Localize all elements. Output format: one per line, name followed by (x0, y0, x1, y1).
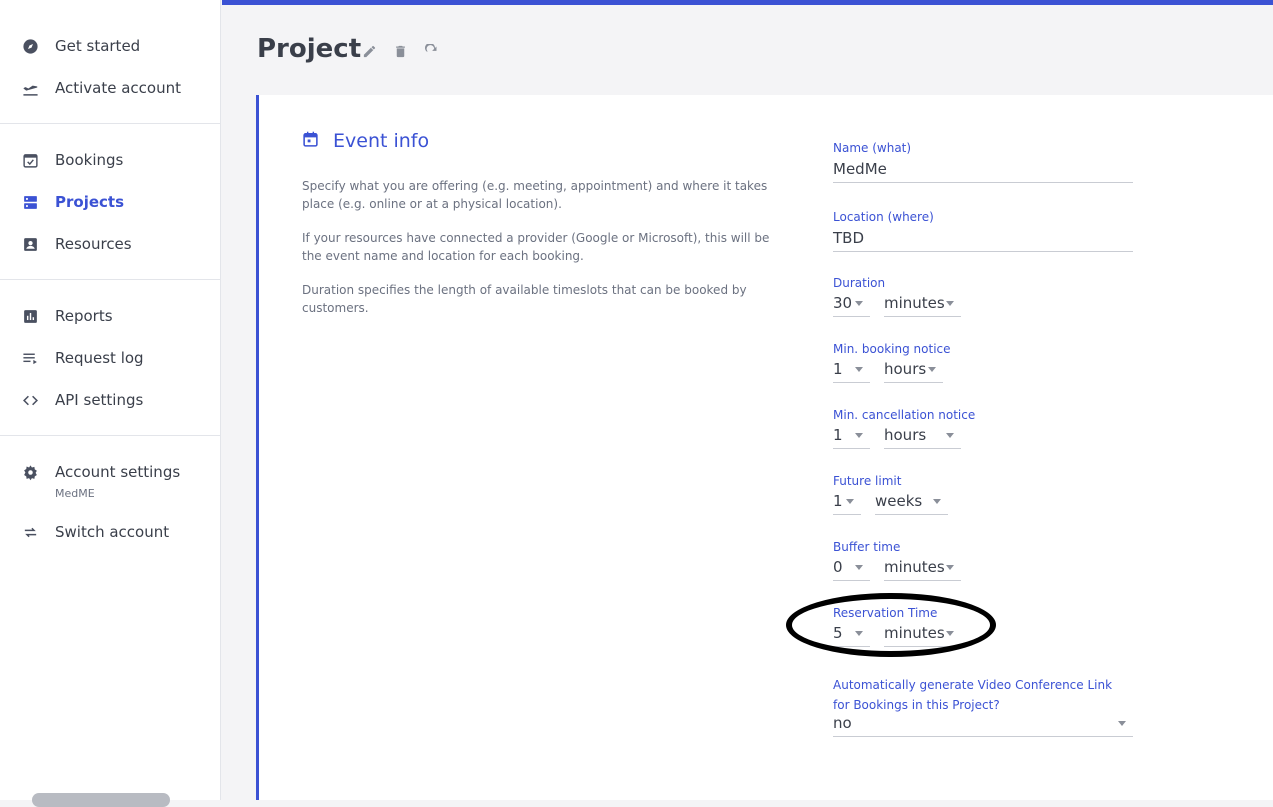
list-log-icon (22, 350, 39, 367)
sidebar-item-label: Reports (55, 307, 113, 325)
swap-arrows-icon (22, 524, 39, 541)
video-link-label: Automatically generate Video Conference … (833, 678, 1113, 712)
sidebar-item-label: Switch account (55, 523, 170, 541)
sidebar-item-label: Resources (55, 235, 132, 253)
trash-icon[interactable] (392, 43, 409, 60)
select-value: 1 (833, 426, 843, 444)
sidebar-item-label: Request log (55, 349, 144, 367)
sidebar-item-bookings[interactable]: Bookings (0, 140, 220, 180)
select-value: weeks (875, 492, 923, 510)
buffer-unit-select[interactable]: minutes (884, 556, 961, 581)
compass-icon (22, 38, 39, 55)
duration-label: Duration (833, 276, 886, 290)
sidebar-item-label: Account settings (55, 463, 181, 481)
sidebar-item-activate-account[interactable]: Activate account (0, 68, 220, 108)
sidebar-item-label: Get started (55, 37, 141, 55)
sidebar-item-api-settings[interactable]: API settings (0, 380, 220, 420)
contact-card-icon (22, 236, 39, 253)
top-accent-bar (222, 0, 1273, 5)
sidebar-divider (0, 123, 220, 124)
select-value: 5 (833, 624, 843, 642)
account-name: MedME (55, 487, 95, 500)
airplane-departure-icon (22, 80, 39, 97)
min-booking-unit-select[interactable]: hours (884, 358, 943, 383)
select-value: 1 (833, 492, 843, 510)
chevron-down-icon (855, 433, 863, 438)
page-title: Project (257, 34, 362, 64)
min-cancellation-notice-label: Min. cancellation notice (833, 408, 976, 422)
chevron-down-icon (855, 367, 863, 372)
buffer-amount-select[interactable]: 0 (833, 556, 870, 581)
sidebar-item-projects[interactable]: Projects (0, 182, 220, 222)
description-paragraph: If your resources have connected a provi… (302, 231, 770, 263)
calendar-check-icon (22, 152, 39, 169)
sidebar-item-resources[interactable]: Resources (0, 224, 220, 264)
card-title: Event info (333, 130, 430, 152)
chevron-down-icon (946, 631, 954, 636)
refresh-icon[interactable] (423, 43, 440, 60)
min-booking-notice-label: Min. booking notice (833, 342, 951, 356)
sidebar-item-request-log[interactable]: Request log (0, 338, 220, 378)
select-value: 0 (833, 558, 843, 576)
sidebar-bottom-button[interactable] (32, 793, 170, 807)
reservation-amount-select[interactable]: 5 (833, 622, 870, 647)
sidebar-divider (0, 279, 220, 280)
gear-icon (22, 464, 39, 481)
event-info-card: Event info Specify what you are offering… (256, 95, 1273, 800)
chevron-down-icon (946, 301, 954, 306)
min-cancellation-amount-select[interactable]: 1 (833, 424, 870, 449)
chevron-down-icon (1118, 721, 1126, 726)
chevron-down-icon (933, 499, 941, 504)
sidebar-item-label: API settings (55, 391, 144, 409)
sidebar: Get started Activate account Bookings Pr… (0, 0, 221, 807)
pencil-icon[interactable] (361, 43, 378, 60)
calendar-icon (302, 131, 319, 148)
sidebar-item-label: Projects (55, 193, 125, 211)
min-booking-amount-select[interactable]: 1 (833, 358, 870, 383)
description-paragraph: Specify what you are offering (e.g. meet… (302, 179, 768, 211)
select-value: hours (884, 360, 927, 378)
description-paragraph: Duration specifies the length of availab… (302, 283, 747, 315)
chevron-down-icon (946, 433, 954, 438)
video-link-select[interactable]: no (833, 712, 1133, 737)
reservation-time-label: Reservation Time (833, 606, 938, 620)
future-limit-unit-select[interactable]: weeks (875, 490, 948, 515)
future-limit-label: Future limit (833, 474, 902, 488)
select-value: 30 (833, 294, 853, 312)
chevron-down-icon (846, 499, 854, 504)
sidebar-item-reports[interactable]: Reports (0, 296, 220, 336)
select-value: minutes (884, 624, 945, 642)
sidebar-item-account-settings[interactable]: Account settings (0, 452, 220, 492)
location-label: Location (where) (833, 210, 934, 224)
duration-amount-select[interactable]: 30 (833, 292, 870, 317)
chevron-down-icon (855, 631, 863, 636)
server-stack-icon (22, 194, 39, 211)
select-value: hours (884, 426, 927, 444)
duration-unit-select[interactable]: minutes (884, 292, 961, 317)
sidebar-item-label: Bookings (55, 151, 124, 169)
select-value: minutes (884, 294, 945, 312)
select-value: 1 (833, 360, 843, 378)
name-label: Name (what) (833, 141, 912, 155)
sidebar-item-switch-account[interactable]: Switch account (0, 512, 220, 552)
sidebar-item-get-started[interactable]: Get started (0, 26, 220, 66)
min-cancellation-unit-select[interactable]: hours (884, 424, 961, 449)
sidebar-item-label: Activate account (55, 79, 181, 97)
future-limit-amount-select[interactable]: 1 (833, 490, 861, 515)
location-input[interactable]: TBD (833, 227, 1133, 252)
name-input[interactable]: MedMe (833, 158, 1133, 183)
chevron-down-icon (855, 565, 863, 570)
bar-chart-icon (22, 308, 39, 325)
title-actions (361, 43, 440, 60)
chevron-down-icon (928, 367, 936, 372)
chevron-down-icon (946, 565, 954, 570)
reservation-unit-select[interactable]: minutes (884, 622, 961, 647)
select-value: no (833, 714, 852, 732)
select-value: minutes (884, 558, 945, 576)
code-brackets-icon (22, 392, 39, 409)
buffer-time-label: Buffer time (833, 540, 901, 554)
sidebar-divider (0, 435, 220, 436)
chevron-down-icon (855, 301, 863, 306)
